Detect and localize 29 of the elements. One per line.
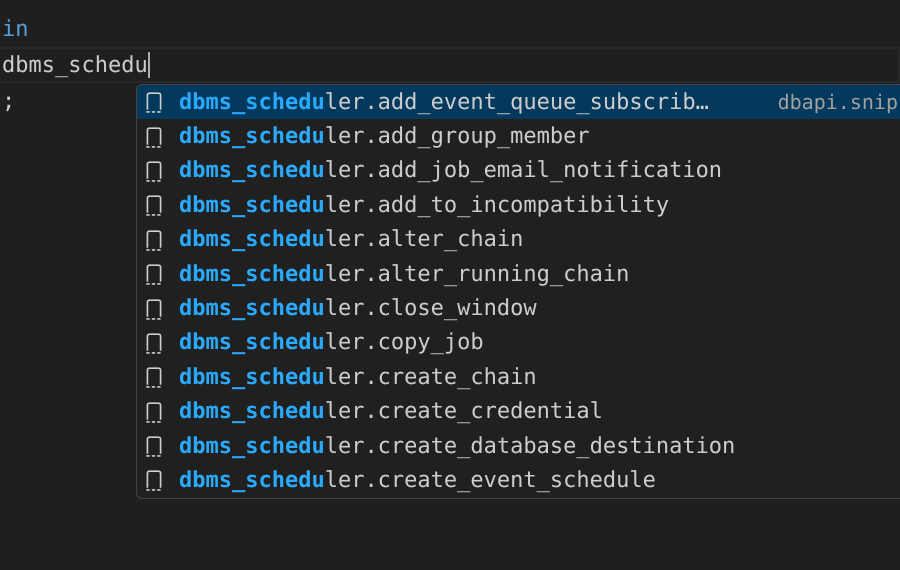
snippet-icon	[145, 263, 163, 286]
suggestion-item[interactable]: dbms_scheduler.alter_chain	[137, 222, 900, 257]
suggestion-item[interactable]: dbms_scheduler.add_job_email_notification	[137, 154, 900, 188]
snippet-icon	[145, 160, 163, 182]
code-line: ;	[2, 88, 16, 114]
code-line: in	[2, 16, 28, 42]
snippet-icon	[145, 332, 163, 354]
suggestion-item[interactable]: dbms_scheduler.add_event_queue_subscrib… dbapi.snip	[137, 85, 900, 120]
code-line: dbms_schedu	[2, 52, 148, 78]
suggestion-item[interactable]: dbms_scheduler.add_group_member	[137, 119, 900, 154]
snippet-icon	[145, 194, 163, 216]
snippet-icon	[145, 469, 163, 492]
suggestion-item[interactable]: dbms_scheduler.alter_running_chain	[137, 256, 900, 292]
suggestion-item[interactable]: dbms_scheduler.create_credential	[137, 394, 900, 429]
snippet-icon	[145, 91, 163, 114]
snippet-icon	[145, 400, 163, 423]
suggestion-detail: dbapi.snip	[776, 90, 899, 114]
suggestion-item[interactable]: dbms_scheduler.create_database_destination	[137, 428, 900, 464]
text-cursor	[148, 52, 150, 78]
snippet-icon	[145, 298, 163, 320]
suggestion-item[interactable]: dbms_scheduler.add_to_incompatibility	[137, 188, 900, 223]
suggestion-item[interactable]: dbms_scheduler.create_event_schedule	[137, 463, 900, 498]
suggestion-item[interactable]: dbms_scheduler.copy_job	[137, 326, 900, 360]
snippet-icon	[145, 228, 163, 251]
snippet-icon	[145, 126, 163, 148]
suggestion-item[interactable]: dbms_scheduler.close_window	[137, 291, 900, 326]
snippet-icon	[145, 435, 163, 458]
suggestion-item[interactable]: dbms_scheduler.create_chain	[137, 360, 900, 395]
snippet-icon	[145, 366, 163, 388]
